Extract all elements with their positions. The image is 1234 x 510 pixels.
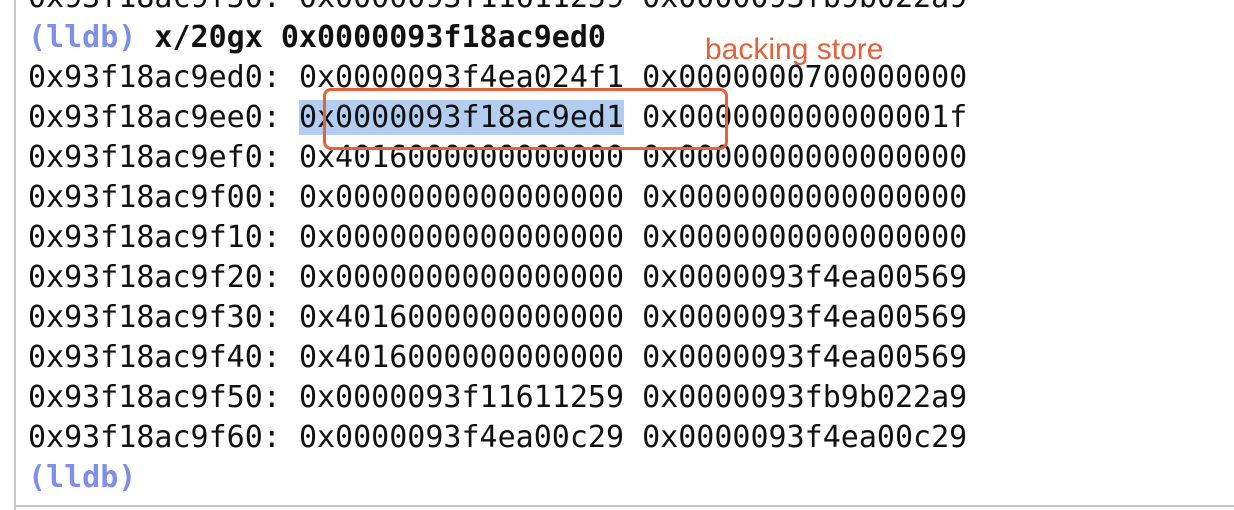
- lldb-prompt: (lldb): [28, 20, 137, 55]
- memory-address: 0x93f18ac9ef0:: [28, 140, 281, 175]
- memory-address: 0x93f18ac9f10:: [28, 220, 281, 255]
- memory-row: 0x93f18ac9f40: 0x4016000000000000 0x0000…: [28, 338, 967, 378]
- memory-value: 0x0000093f4ea00c29: [642, 420, 968, 455]
- final-prompt-line[interactable]: (lldb): [28, 458, 136, 498]
- memory-value: 0x0000000000000000: [298, 220, 625, 255]
- memory-address: 0x93f18ac9ee0:: [28, 100, 281, 135]
- memory-value: 0x0000000000000000: [298, 180, 625, 215]
- lldb-console[interactable]: 0x93f18ac9f50: 0x0000093f11611259 0x0000…: [0, 0, 1234, 510]
- memory-address: 0x93f18ac9f20:: [28, 260, 281, 295]
- memory-row: 0x93f18ac9f20: 0x0000000000000000 0x0000…: [28, 258, 967, 298]
- memory-row: 0x93f18ac9f10: 0x0000000000000000 0x0000…: [28, 218, 967, 258]
- memory-value: 0x0000093f4ea00569: [642, 340, 968, 375]
- memory-address: 0x93f18ac9f50:: [28, 380, 281, 415]
- lldb-prompt: (lldb): [28, 460, 137, 495]
- memory-value: 0x0000093f4ea00569: [642, 260, 968, 295]
- partial-output-line: 0x93f18ac9f50: 0x0000093f11611259 0x0000…: [28, 0, 967, 18]
- memory-address: 0x93f18ac9f30:: [28, 300, 281, 335]
- console-bottom-border: [14, 505, 1234, 507]
- memory-value: 0x4016000000000000: [298, 340, 625, 375]
- memory-value: 0x0000093f4ea00c29: [298, 420, 625, 455]
- command-line: (lldb) x/20gx 0x0000093f18ac9ed0: [28, 18, 606, 58]
- memory-value: 0x0000093fb9b022a9: [642, 380, 968, 415]
- memory-value: 0x0000000000000000: [642, 180, 968, 215]
- memory-value: 0x0000093f11611259: [298, 380, 625, 415]
- memory-row: 0x93f18ac9f60: 0x0000093f4ea00c29 0x0000…: [28, 418, 967, 458]
- memory-address: 0x93f18ac9f00:: [28, 180, 281, 215]
- memory-row: 0x93f18ac9f50: 0x0000093f11611259 0x0000…: [28, 378, 967, 418]
- memory-value: 0x0000093f4ea00569: [642, 300, 968, 335]
- console-left-border: [14, 0, 16, 510]
- memory-address: 0x93f18ac9f40:: [28, 340, 281, 375]
- command-text: x/20gx 0x0000093f18ac9ed0: [136, 20, 606, 55]
- memory-value: 0x0000000000000000: [642, 220, 968, 255]
- memory-address: 0x93f18ac9f60:: [28, 420, 281, 455]
- memory-address: 0x93f18ac9ed0:: [28, 60, 281, 95]
- highlight-box: [323, 88, 728, 150]
- memory-row: 0x93f18ac9f00: 0x0000000000000000 0x0000…: [28, 178, 967, 218]
- memory-value: 0x0000000000000000: [298, 260, 625, 295]
- backing-store-annotation: backing store: [705, 33, 884, 66]
- memory-value: 0x4016000000000000: [298, 300, 625, 335]
- memory-row: 0x93f18ac9f30: 0x4016000000000000 0x0000…: [28, 298, 967, 338]
